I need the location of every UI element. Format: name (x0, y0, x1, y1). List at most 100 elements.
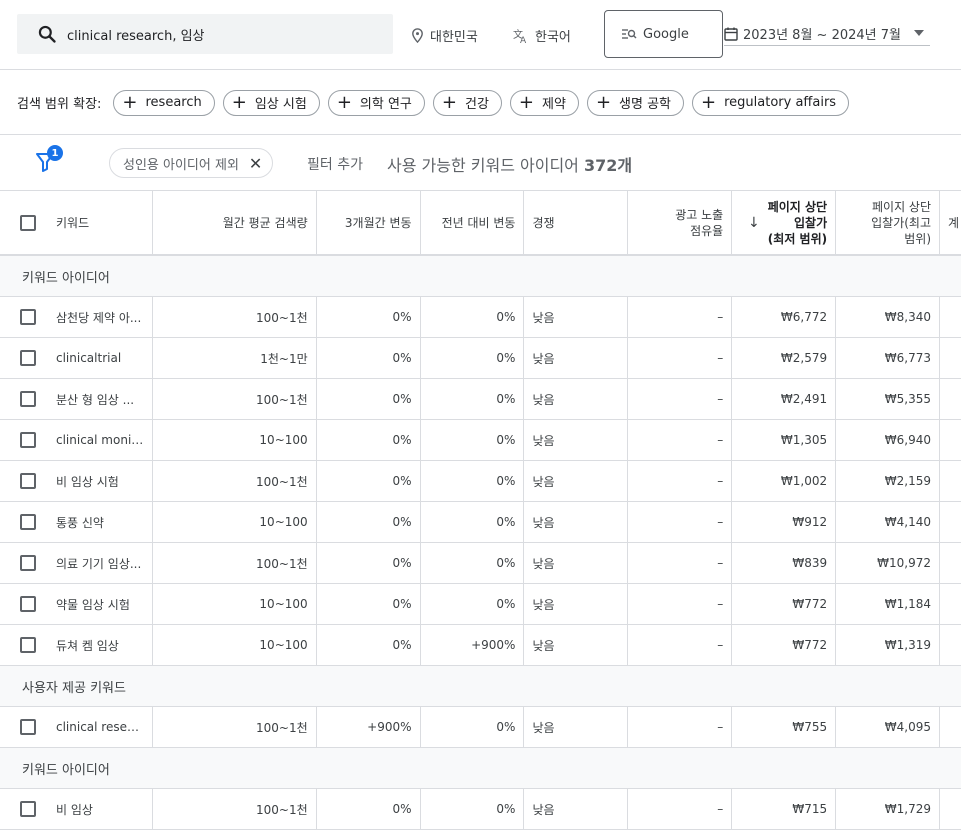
expand-chip-pharma[interactable]: + 제약 (509, 89, 579, 116)
active-filter-chip[interactable]: 성인용 아이디어 제외 ✕ (109, 148, 274, 178)
table-row[interactable]: clinical monitor 10~100 0% 0% 낮음 – ₩1,305 ₩6,94… (0, 420, 961, 461)
account-cell (940, 502, 961, 542)
impression-share-cell: – (628, 707, 733, 747)
keyword-cell: 분산 형 임상 ... (0, 379, 153, 419)
expand-chip-regulatory-affairs[interactable]: + regulatory affairs (692, 89, 850, 116)
keyword-text: 통풍 신약 (56, 515, 104, 530)
competition-cell: 낮음 (524, 584, 629, 624)
search-input[interactable] (67, 26, 357, 42)
filter-row: 1 성인용 아이디어 제외 ✕ 필터 추가 사용 가능한 키워드 아이디어 37… (0, 136, 961, 191)
translate-icon: 文A (513, 28, 527, 44)
chip-label: 제약 (542, 97, 566, 112)
table-row[interactable]: clinicaltrial 1천~1만 0% 0% 낮음 – ₩2,579 ₩6,773 (0, 338, 961, 379)
account-cell (940, 625, 961, 665)
three-month-change-cell: 0% (317, 461, 421, 501)
row-checkbox[interactable] (20, 473, 36, 489)
monthly-volume-cell: 100~1천 (153, 461, 317, 501)
table-body: 키워드 아이디어 삼천당 제약 아... 100~1천 0% 0% 낮음 – ₩6,772 ₩8… (0, 256, 961, 830)
monthly-volume-cell: 1천~1만 (153, 338, 317, 378)
column-label: 경쟁 (532, 216, 555, 230)
expand-chip-medical-research[interactable]: + 의학 연구 (327, 89, 425, 116)
keyword-cell: clinical research (0, 707, 153, 747)
table-row[interactable]: 약물 임상 시험 10~100 0% 0% 낮음 – ₩772 ₩1,184 (0, 584, 961, 625)
row-checkbox[interactable] (20, 514, 36, 530)
table-row[interactable]: 통풍 신약 10~100 0% 0% 낮음 – ₩912 ₩4,140 (0, 502, 961, 543)
available-keywords-count: 사용 가능한 키워드 아이디어 372개 (387, 152, 632, 176)
keyword-cell: 듀쳐 켐 임상 (0, 625, 153, 665)
filter-count-badge: 1 (47, 145, 63, 161)
row-checkbox[interactable] (20, 350, 36, 366)
svg-text:A: A (520, 36, 527, 44)
keyword-text: 의료 기기 임상... (56, 556, 142, 571)
column-header-three-month-change[interactable]: 3개월간 변동 (317, 191, 421, 254)
chip-label: research (145, 95, 202, 110)
competition-cell: 낮음 (524, 461, 629, 501)
table-row[interactable]: 의료 기기 임상... 100~1천 0% 0% 낮음 – ₩839 ₩10,972 (0, 543, 961, 584)
row-checkbox[interactable] (20, 309, 36, 325)
chip-label: 생명 공학 (619, 97, 672, 112)
top-bid-high-cell: ₩4,140 (836, 502, 940, 542)
row-checkbox[interactable] (20, 432, 36, 448)
expand-chip-health[interactable]: + 건강 (432, 89, 502, 116)
row-checkbox[interactable] (20, 637, 36, 653)
keyword-cell: 통풍 신약 (0, 502, 153, 542)
plus-icon: + (336, 91, 352, 113)
row-checkbox[interactable] (20, 801, 36, 817)
expand-chip-clinical-trial[interactable]: + 임상 시험 (222, 89, 320, 116)
add-filter-button[interactable]: 필터 추가 (307, 154, 363, 174)
date-range-selector[interactable]: 2023년 8월 ~ 2024년 7월 (724, 22, 930, 46)
impression-share-cell: – (628, 543, 733, 583)
keyword-table: 키워드 월간 평균 검색량 3개월간 변동 전년 대비 변동 경쟁 광고 노출 점… (0, 191, 961, 830)
table-row[interactable]: 비 임상 100~1천 0% 0% 낮음 – ₩715 ₩1,729 (0, 789, 961, 830)
row-checkbox[interactable] (20, 391, 36, 407)
top-bid-high-cell: ₩6,773 (836, 338, 940, 378)
impression-share-cell: – (628, 502, 733, 542)
account-cell (940, 584, 961, 624)
keyword-text: 비 임상 (56, 802, 93, 817)
expand-chip-research[interactable]: + research (113, 89, 215, 116)
table-row[interactable]: 분산 형 임상 ... 100~1천 0% 0% 낮음 – ₩2,491 ₩5,355 (0, 379, 961, 420)
yoy-change-cell: 0% (421, 461, 525, 501)
table-row[interactable]: 비 임상 시험 100~1천 0% 0% 낮음 – ₩1,002 ₩2,159 (0, 461, 961, 502)
yoy-change-cell: 0% (421, 789, 525, 829)
account-cell (940, 461, 961, 501)
top-bid-high-cell: ₩10,972 (836, 543, 940, 583)
language-selector[interactable]: 文A 한국어 (513, 26, 571, 46)
column-header-competition[interactable]: 경쟁 (524, 191, 629, 254)
column-header-account[interactable]: 계 (940, 191, 961, 254)
row-checkbox[interactable] (20, 555, 36, 571)
column-header-volume[interactable]: 월간 평균 검색량 (153, 191, 317, 254)
column-header-impression-share[interactable]: 광고 노출 점유율 (628, 191, 733, 254)
keyword-cell: 약물 임상 시험 (0, 584, 153, 624)
top-bid-high-cell: ₩1,184 (836, 584, 940, 624)
expand-label: 검색 범위 확장: (17, 97, 102, 112)
search-engine-selector[interactable]: Google (604, 10, 723, 58)
column-header-top-bid-high[interactable]: 페이지 상단 입찰가(최고 범위) (836, 191, 940, 254)
column-label: 계 (948, 216, 960, 230)
column-header-keyword[interactable]: 키워드 (0, 191, 153, 254)
close-icon[interactable]: ✕ (249, 154, 262, 173)
monthly-volume-cell: 10~100 (153, 502, 317, 542)
keyword-search-box[interactable] (17, 14, 393, 54)
top-bid-low-cell: ₩839 (732, 543, 837, 583)
select-all-checkbox[interactable] (20, 214, 36, 231)
table-row[interactable]: clinical research 100~1천 +900% 0% 낮음 – ₩755 ₩4,… (0, 707, 961, 748)
row-checkbox[interactable] (20, 719, 36, 735)
table-row[interactable]: 삼천당 제약 아... 100~1천 0% 0% 낮음 – ₩6,772 ₩8,340 (0, 297, 961, 338)
top-bid-high-cell: ₩2,159 (836, 461, 940, 501)
expand-chip-biotech[interactable]: + 생명 공학 (586, 89, 685, 116)
yoy-change-cell: 0% (421, 707, 525, 747)
monthly-volume-cell: 100~1천 (153, 707, 317, 747)
location-selector[interactable]: 대한민국 (411, 26, 478, 45)
keyword-cell: 삼천당 제약 아... (0, 297, 153, 337)
table-row[interactable]: 듀쳐 켐 임상 10~100 0% +900% 낮음 – ₩772 ₩1,319 (0, 625, 961, 666)
three-month-change-cell: 0% (317, 502, 421, 542)
three-month-change-cell: 0% (317, 625, 421, 665)
calendar-icon (724, 27, 738, 41)
top-bid-low-cell: ₩1,305 (732, 420, 837, 460)
column-header-yoy-change[interactable]: 전년 대비 변동 (421, 191, 525, 254)
row-checkbox[interactable] (20, 596, 36, 612)
keyword-text: 분산 형 임상 ... (56, 392, 135, 407)
yoy-change-cell: 0% (421, 543, 525, 583)
column-header-top-bid-low[interactable]: ↓ 페이지 상단 입찰가 (최저 범위) (732, 191, 837, 254)
